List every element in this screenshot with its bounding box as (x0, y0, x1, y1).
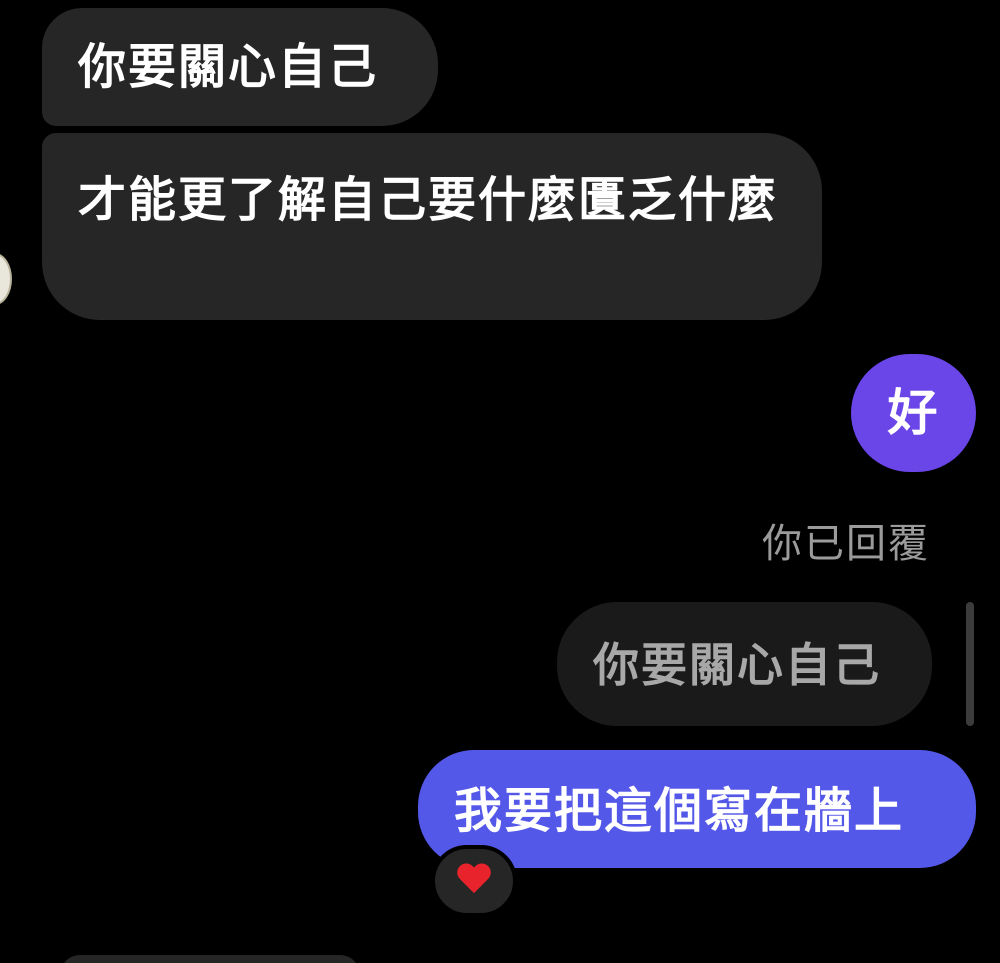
quoted-reply-bubble[interactable]: 你要關心自己 (557, 602, 932, 726)
message-text: 好 (887, 384, 940, 442)
quoted-text: 你要關心自己 (593, 638, 881, 692)
outgoing-message-bubble[interactable]: 我要把這個寫在牆上 (418, 750, 976, 868)
message-text: 我要把這個寫在牆上 (454, 783, 905, 839)
reaction-badge[interactable] (431, 845, 517, 917)
heart-icon (456, 864, 492, 898)
incoming-message-bubble[interactable]: 你要關心自己 (42, 8, 438, 126)
message-text: 才能更了解自己要什麼匱乏什麼 (78, 172, 779, 228)
incoming-message-bubble-partial[interactable] (60, 955, 360, 963)
sender-avatar[interactable] (0, 253, 12, 305)
reply-status-label: 你已回覆 (762, 521, 930, 567)
incoming-message-bubble[interactable]: 才能更了解自己要什麼匱乏什麼 (42, 133, 822, 320)
outgoing-message-bubble[interactable]: 好 (851, 354, 976, 472)
quote-indicator-bar (966, 602, 974, 726)
message-text: 你要關心自己 (78, 39, 379, 95)
